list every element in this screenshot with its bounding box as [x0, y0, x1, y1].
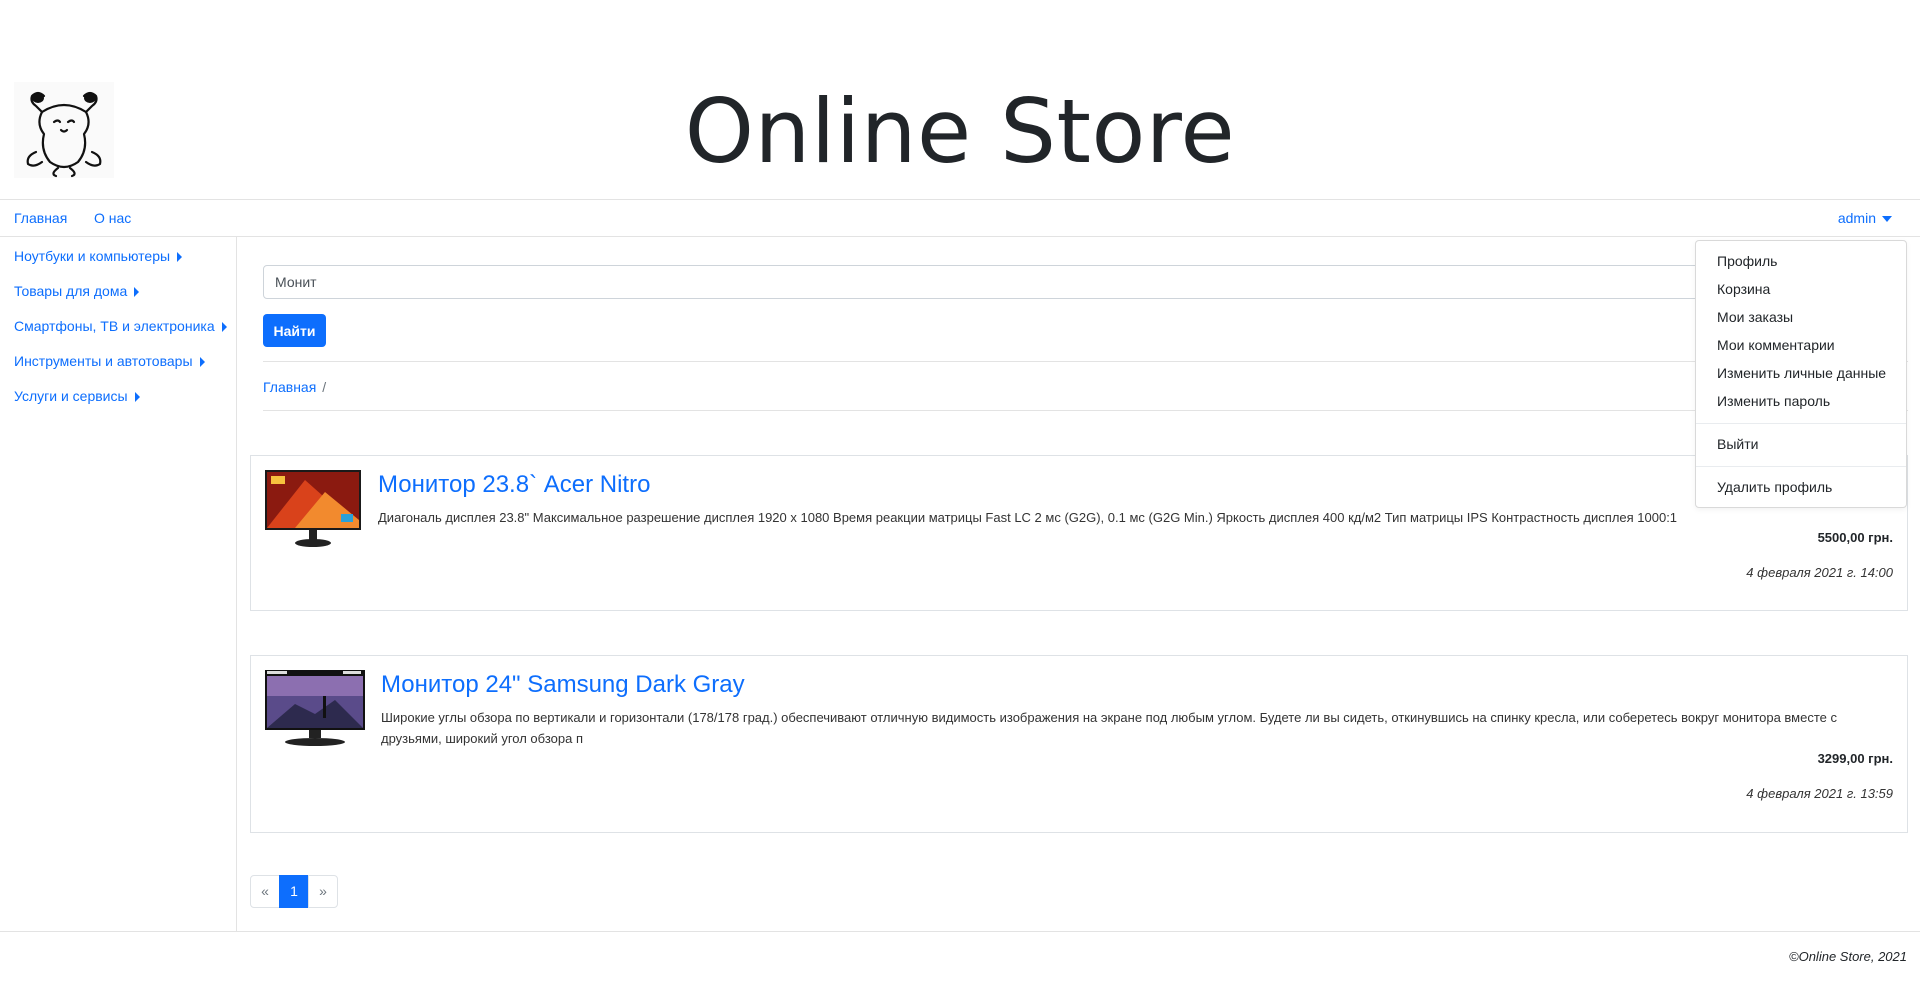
divider: [263, 410, 1908, 411]
sidebar-item-home-goods[interactable]: Товары для дома: [14, 283, 140, 299]
product-date: 4 февраля 2021 г. 14:00: [1746, 565, 1893, 580]
menu-item-my-comments[interactable]: Мои комментарии: [1717, 337, 1835, 353]
product-image-samsung[interactable]: [265, 670, 365, 750]
product-price: 5500,00 грн.: [1817, 530, 1893, 545]
product-title-link[interactable]: Монитор 23.8` Acer Nitro: [378, 471, 650, 499]
menu-item-profile[interactable]: Профиль: [1717, 253, 1777, 269]
sidebar-item-electronics[interactable]: Смартфоны, ТВ и электроника: [14, 318, 227, 334]
nav-about-link[interactable]: О нас: [94, 210, 131, 226]
caret-right-icon: [134, 287, 140, 298]
search-input[interactable]: Монит: [263, 265, 1903, 299]
footer-divider: [0, 931, 1920, 932]
site-header: Online Store: [0, 0, 1920, 200]
user-menu-toggle[interactable]: admin: [1838, 210, 1892, 226]
pagination: « 1 »: [250, 875, 338, 908]
chevron-down-icon: [1882, 216, 1892, 223]
search-button[interactable]: Найти: [263, 314, 326, 347]
user-dropdown-menu: Профиль Корзина Мои заказы Мои комментар…: [1695, 240, 1907, 508]
caret-right-icon: [221, 322, 227, 333]
menu-item-delete-profile[interactable]: Удалить профиль: [1717, 479, 1832, 495]
pagination-page-1[interactable]: 1: [279, 875, 309, 908]
product-image-acer[interactable]: [265, 470, 361, 550]
menu-item-change-password[interactable]: Изменить пароль: [1717, 393, 1830, 409]
sidebar-item-tools[interactable]: Инструменты и автотовары: [14, 353, 205, 369]
footer-copyright: ©Online Store, 2021: [1789, 949, 1907, 964]
caret-right-icon: [177, 252, 183, 263]
menu-item-logout[interactable]: Выйти: [1717, 436, 1758, 452]
pagination-next[interactable]: »: [308, 875, 338, 908]
menu-item-edit-personal-data[interactable]: Изменить личные данные: [1717, 365, 1886, 381]
product-description: Широкие углы обзора по вертикали и гориз…: [381, 710, 1837, 746]
menu-divider: [1696, 466, 1906, 467]
caret-right-icon: [199, 357, 205, 368]
product-price: 3299,00 грн.: [1817, 751, 1893, 766]
caret-right-icon: [134, 392, 140, 403]
breadcrumb: Главная /: [263, 379, 326, 395]
username-label: admin: [1837, 210, 1876, 226]
product-title-link[interactable]: Монитор 24" Samsung Dark Gray: [381, 671, 745, 699]
menu-divider: [1696, 423, 1906, 424]
product-card: Монитор 24" Samsung Dark Gray Широкие уг…: [250, 655, 1908, 833]
sidebar-item-services[interactable]: Услуги и сервисы: [14, 388, 140, 404]
top-navbar: Главная О нас admin: [0, 200, 1920, 237]
nav-home-link[interactable]: Главная: [14, 210, 67, 226]
pagination-prev[interactable]: «: [250, 875, 280, 908]
divider: [263, 361, 1908, 362]
breadcrumb-separator: /: [322, 379, 327, 395]
category-sidebar: Ноутбуки и компьютеры Товары для дома См…: [0, 237, 237, 931]
sidebar-item-laptops[interactable]: Ноутбуки и компьютеры: [14, 248, 183, 264]
product-card: Монитор 23.8` Acer Nitro Диагональ диспл…: [250, 455, 1908, 611]
menu-item-cart[interactable]: Корзина: [1717, 281, 1770, 297]
product-date: 4 февраля 2021 г. 13:59: [1746, 786, 1893, 801]
product-description: Диагональ дисплея 23.8" Максимальное раз…: [378, 510, 1678, 525]
menu-item-my-orders[interactable]: Мои заказы: [1717, 309, 1793, 325]
breadcrumb-home-link[interactable]: Главная: [263, 379, 316, 395]
site-title: Online Store: [684, 80, 1236, 183]
